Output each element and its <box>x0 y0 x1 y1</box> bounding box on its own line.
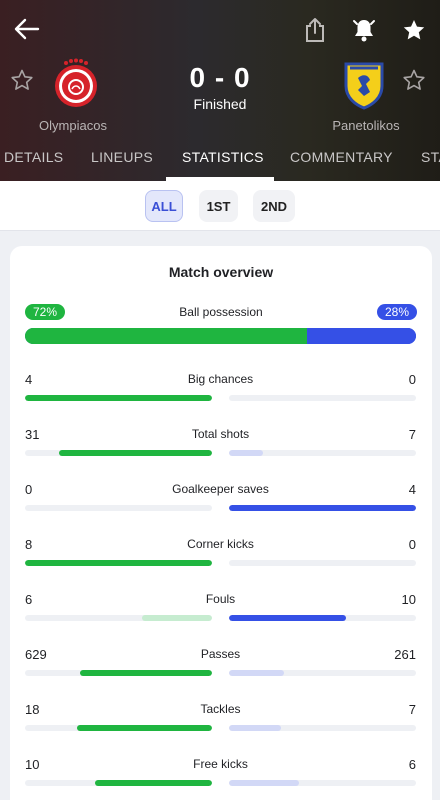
star-outline-icon <box>11 69 33 90</box>
tab-commentary[interactable]: COMMENTARY <box>290 149 393 165</box>
bell-icon <box>353 20 375 42</box>
possession-home-fill <box>25 328 307 344</box>
tab-standings[interactable]: STANDINGS <box>421 149 440 165</box>
period-filter: ALL 1ST 2ND <box>0 181 440 231</box>
stat-away-fill <box>229 670 284 676</box>
stat-home-track <box>25 450 212 456</box>
tab-statistics[interactable]: STATISTICS <box>182 149 264 165</box>
share-button[interactable] <box>302 16 328 44</box>
stat-away-value: 6 <box>408 757 416 772</box>
stat-away-fill <box>229 725 282 731</box>
stat-away-track <box>229 560 416 566</box>
tab-details[interactable]: DETAILS <box>4 149 63 165</box>
stat-row: 8 Corner kicks 0 <box>25 537 416 577</box>
stat-row: 31 Total shots 7 <box>25 427 416 467</box>
stat-away-fill <box>229 780 300 786</box>
stat-label: Corner kicks <box>187 537 254 551</box>
stat-home-fill <box>141 615 212 621</box>
stat-home-fill <box>25 560 212 566</box>
stat-label: Free kicks <box>193 757 248 771</box>
stat-home-fill <box>79 670 212 676</box>
stat-label: Total shots <box>191 427 250 441</box>
possession-label: Ball possession <box>179 305 263 319</box>
stat-row: 629 Passes 261 <box>25 647 416 687</box>
match-header: Olympiacos Panetolikos 0 - 0 Finished DE… <box>0 0 440 181</box>
stat-away-track <box>229 395 416 401</box>
stat-away-fill <box>229 450 264 456</box>
home-team-logo[interactable] <box>52 58 100 110</box>
stat-home-fill <box>77 725 212 731</box>
stat-away-track <box>229 725 416 731</box>
stat-home-track <box>25 670 212 676</box>
stat-row: 0 Goalkeeper saves 4 <box>25 482 416 522</box>
star-filled-icon <box>403 20 425 40</box>
match-score: 0 - 0 <box>189 62 251 93</box>
stat-label: Tackles <box>200 702 241 716</box>
stat-away-track <box>229 780 416 786</box>
stat-away-value: 4 <box>408 482 416 497</box>
stat-away-value: 0 <box>408 537 416 552</box>
stat-home-track <box>25 505 212 511</box>
stat-away-value: 7 <box>408 427 416 442</box>
arrow-left-icon <box>14 18 40 40</box>
stat-home-track <box>25 615 212 621</box>
stat-away-value: 7 <box>408 702 416 717</box>
card-title: Match overview <box>168 264 274 280</box>
period-second-half-button[interactable]: 2ND <box>253 190 295 222</box>
tab-lineups[interactable]: LINEUPS <box>91 149 153 165</box>
stat-row: 6 Fouls 10 <box>25 592 416 632</box>
stat-away-track <box>229 505 416 511</box>
stat-label: Big chances <box>187 372 254 386</box>
stat-away-value: 0 <box>408 372 416 387</box>
stat-away-track <box>229 615 416 621</box>
stat-home-fill <box>59 450 212 456</box>
favorite-match-button[interactable] <box>400 16 428 44</box>
period-all-button[interactable]: ALL <box>145 190 183 222</box>
stat-away-fill <box>229 505 416 511</box>
follow-away-team-button[interactable] <box>402 68 428 94</box>
follow-home-team-button[interactable] <box>10 68 36 94</box>
stat-row: 10 Free kicks 6 <box>25 757 416 797</box>
stat-row: 18 Tackles 7 <box>25 702 416 742</box>
away-team-name[interactable]: Panetolikos <box>306 118 426 133</box>
possession-away-badge: 28% <box>376 304 417 320</box>
match-tabs: DETAILS LINEUPS STATISTICS COMMENTARY ST… <box>0 140 440 181</box>
notifications-button[interactable] <box>350 16 378 44</box>
match-overview-card: Match overview 72% Ball possession 28% 4… <box>10 246 432 800</box>
stat-home-track <box>25 560 212 566</box>
stat-away-track <box>229 450 416 456</box>
stat-away-fill <box>229 615 346 621</box>
share-icon <box>306 18 324 42</box>
home-team-name[interactable]: Olympiacos <box>13 118 133 133</box>
away-team-logo[interactable] <box>340 58 388 110</box>
possession-bar <box>25 328 416 344</box>
stat-away-track <box>229 670 416 676</box>
stat-home-track <box>25 725 212 731</box>
stat-label: Passes <box>200 647 241 661</box>
stat-away-value: 10 <box>401 592 416 607</box>
match-status: Finished <box>193 96 247 112</box>
star-outline-icon <box>403 69 425 90</box>
back-button[interactable] <box>12 14 42 44</box>
stat-label: Fouls <box>205 592 236 606</box>
stat-label: Goalkeeper saves <box>172 482 269 496</box>
stat-home-track <box>25 780 212 786</box>
stat-home-fill <box>95 780 212 786</box>
possession-away-fill <box>306 328 416 344</box>
stat-away-value: 261 <box>394 647 416 662</box>
stat-row: 4 Big chances 0 <box>25 372 416 412</box>
stat-home-track <box>25 395 212 401</box>
period-first-half-button[interactable]: 1ST <box>199 190 238 222</box>
stat-home-fill <box>25 395 212 401</box>
